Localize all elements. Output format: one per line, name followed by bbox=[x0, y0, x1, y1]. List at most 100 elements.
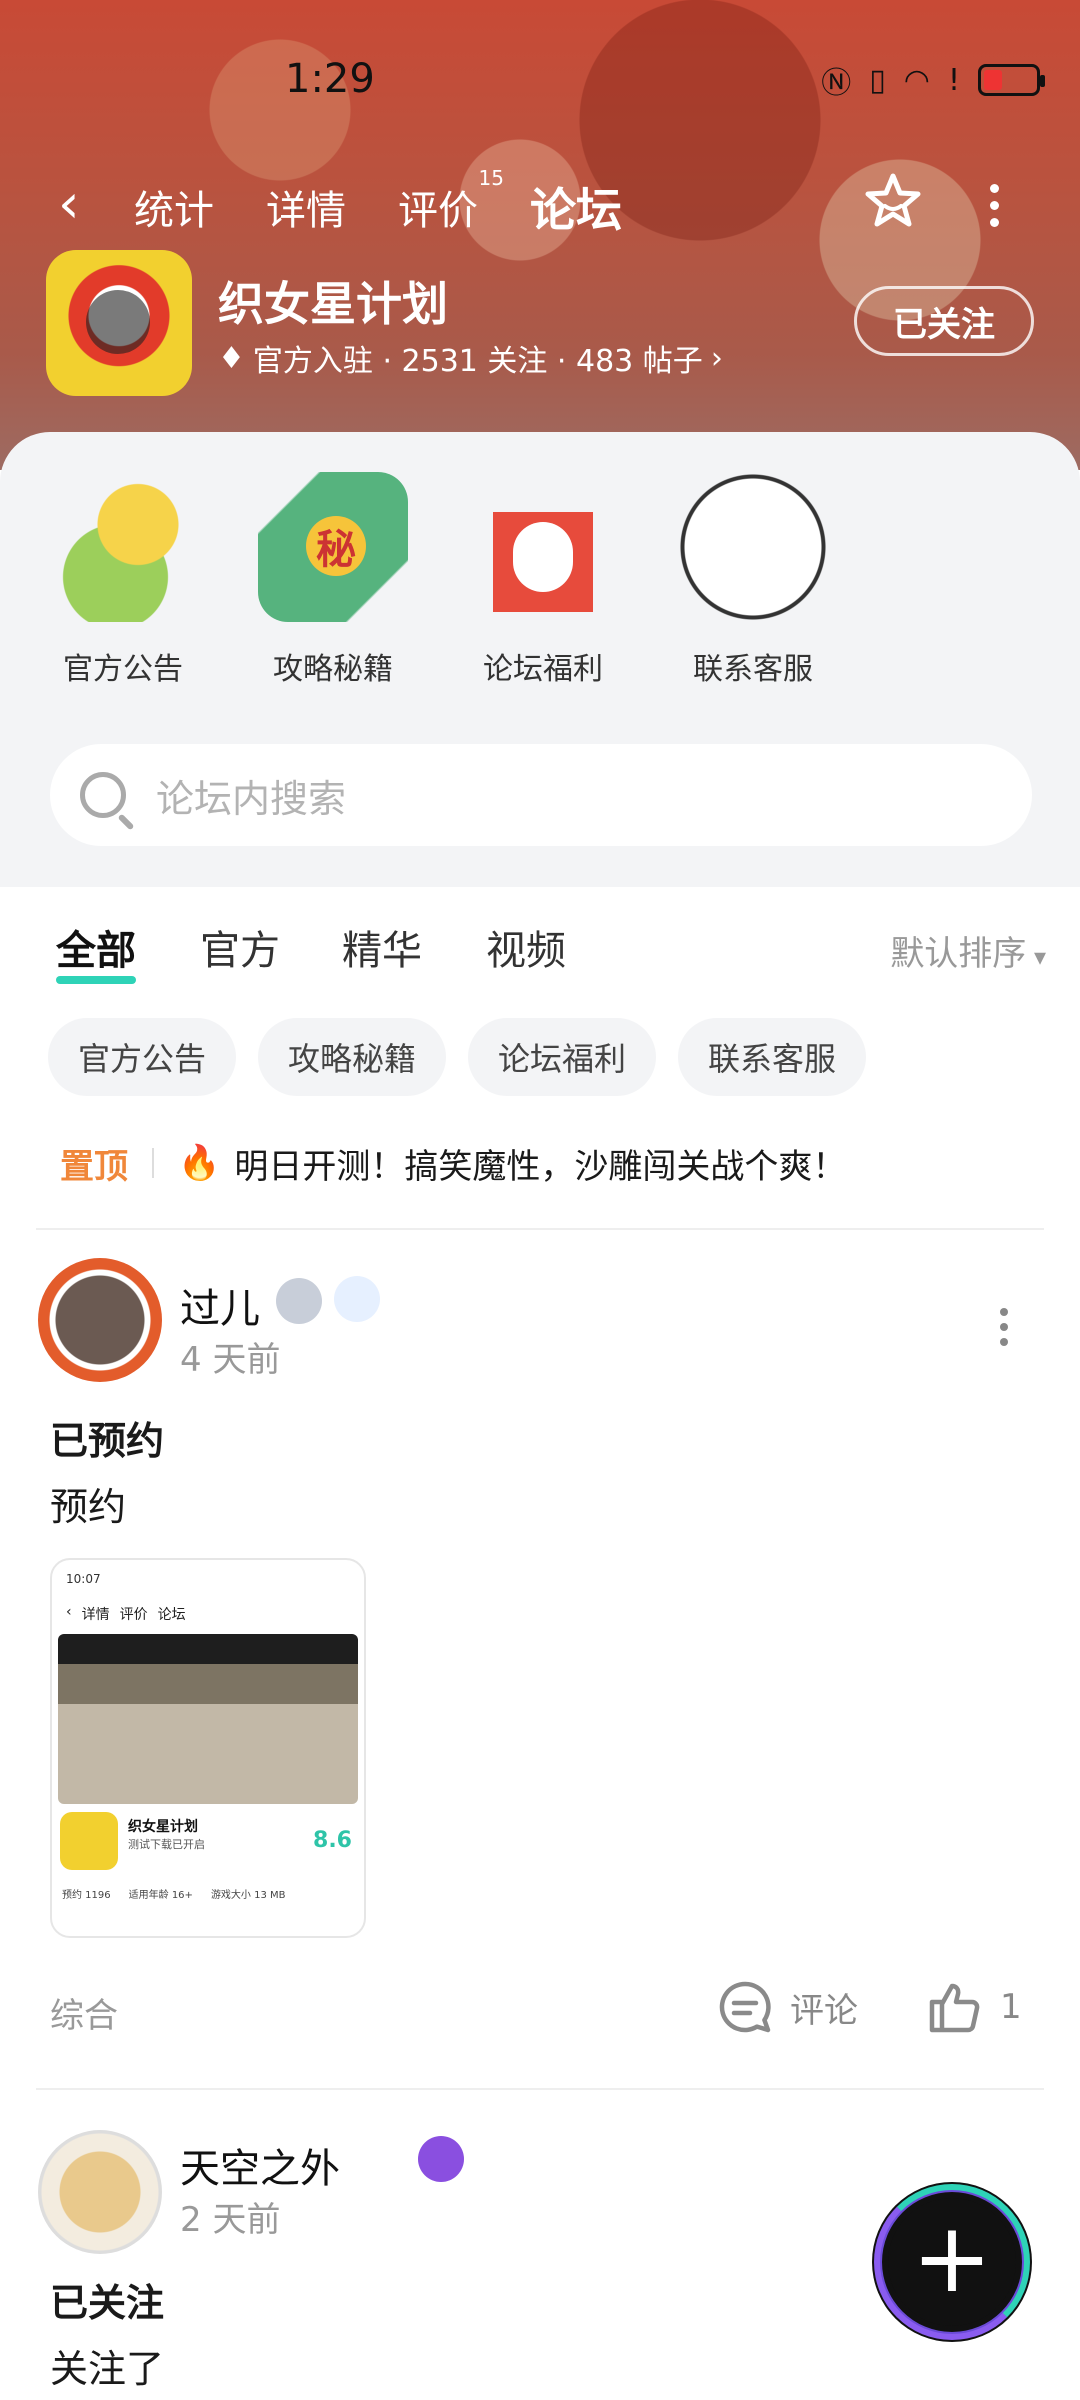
post-body: 预约 bbox=[50, 1485, 127, 1529]
avatar[interactable] bbox=[38, 2130, 162, 2254]
post-more-icon[interactable] bbox=[1000, 1308, 1008, 1346]
quick-entry-guides[interactable]: 攻略秘籍 bbox=[258, 472, 408, 688]
thumb-tab: 评价 bbox=[119, 1607, 148, 1623]
quick-entries: 官方公告 攻略秘籍 论坛福利 联系客服 bbox=[48, 472, 828, 688]
alert-icon: ! bbox=[947, 62, 960, 98]
quick-entry-benefits[interactable]: 论坛福利 bbox=[468, 472, 618, 688]
search-placeholder: 论坛内搜索 bbox=[156, 776, 347, 821]
follow-button[interactable]: 已关注 bbox=[854, 286, 1034, 356]
post-username[interactable]: 过儿 bbox=[180, 1276, 260, 1334]
back-icon[interactable]: ‹ bbox=[58, 172, 80, 235]
app-meta[interactable]: ♦ 官方入驻 · 2531 关注 · 483 帖子 › bbox=[218, 336, 723, 380]
divider bbox=[36, 1228, 1044, 1230]
comment-button[interactable]: 评论 bbox=[716, 1978, 858, 2036]
filter-tab-video[interactable]: 视频 bbox=[486, 918, 566, 976]
battery-icon bbox=[978, 64, 1045, 96]
app-info: 织女星计划 ♦ 官方入驻 · 2531 关注 · 483 帖子 › 已关注 bbox=[46, 250, 1036, 400]
post-username[interactable]: 天空之外 bbox=[180, 2136, 340, 2194]
chip-announcement[interactable]: 官方公告 bbox=[48, 1018, 237, 1096]
thumbs-up-icon bbox=[929, 1983, 980, 2033]
post-category[interactable]: 综合 bbox=[50, 1988, 118, 2037]
fire-icon: 🔥 bbox=[178, 1143, 221, 1183]
app-icon[interactable] bbox=[46, 250, 192, 396]
thumb-score: 8.6 bbox=[313, 1828, 352, 1853]
tab-reviews-label: 评价 bbox=[398, 188, 478, 234]
post-body: 关注了 bbox=[50, 2347, 165, 2391]
tab-stats[interactable]: 统计 bbox=[134, 178, 214, 240]
secret-book-icon bbox=[258, 472, 408, 622]
quick-entry-label: 官方公告 bbox=[63, 652, 183, 687]
like-count: 1 bbox=[1000, 1987, 1022, 2027]
nfc-icon: Ⓝ bbox=[821, 66, 852, 101]
thumb-stat: 适用年龄 16+ bbox=[128, 1890, 193, 1901]
chip-support[interactable]: 联系客服 bbox=[678, 1018, 867, 1096]
chip-benefits[interactable]: 论坛福利 bbox=[468, 1018, 657, 1096]
thumb-stat: 游戏大小 13 MB bbox=[210, 1890, 286, 1901]
plus-icon: + bbox=[911, 2202, 993, 2314]
tab-details[interactable]: 详情 bbox=[266, 178, 346, 240]
quick-entry-announcement[interactable]: 官方公告 bbox=[48, 472, 198, 688]
pinned-post[interactable]: 置顶 🔥 明日开测！搞笑魔性，沙雕闯关战个爽！ bbox=[60, 1138, 1040, 1188]
thumb-status-time: 10:07 bbox=[66, 1572, 101, 1586]
ghost-face-icon bbox=[678, 472, 828, 622]
post-title: 已预约 bbox=[50, 1419, 165, 1463]
divider bbox=[36, 2088, 1044, 2090]
chip-guides[interactable]: 攻略秘籍 bbox=[258, 1018, 447, 1096]
thumb-subtitle: 测试下载已开启 bbox=[128, 1838, 205, 1851]
thumb-tab: 详情 bbox=[81, 1607, 110, 1623]
forum-search[interactable]: 论坛内搜索 bbox=[50, 744, 1032, 846]
status-time: 1:29 bbox=[285, 56, 375, 102]
level-badge-icon bbox=[276, 1278, 322, 1324]
pinned-tag: 置顶 bbox=[60, 1146, 128, 1187]
wifi-icon: ◠ bbox=[903, 62, 930, 98]
favorite-star-icon[interactable] bbox=[862, 170, 924, 232]
search-icon bbox=[80, 772, 126, 818]
unicorn-badge-icon bbox=[334, 1276, 380, 1322]
parrot-icon bbox=[48, 472, 198, 622]
filter-tabs: 全部 官方 精华 视频 默认排序 bbox=[56, 918, 1046, 988]
quick-panel: 官方公告 攻略秘籍 论坛福利 联系客服 论坛内搜索 bbox=[0, 432, 1080, 887]
app-meta-text: 官方入驻 · 2531 关注 · 483 帖子 bbox=[252, 344, 703, 379]
app-title: 织女星计划 bbox=[218, 277, 448, 331]
header-banner: 1:29 Ⓝ ▯ ◠ ! ‹ 统计 详情 评价 15 论坛 织女星计划 ♦ 官方… bbox=[0, 0, 1080, 470]
thumb-app-icon bbox=[60, 1812, 118, 1870]
vibrate-icon: ▯ bbox=[869, 62, 886, 98]
trophy-badge-icon bbox=[418, 2136, 464, 2182]
tab-reviews[interactable]: 评价 15 bbox=[398, 166, 504, 240]
post-time: 4 天前 bbox=[180, 1340, 281, 1380]
like-button[interactable]: 1 bbox=[926, 1978, 1022, 2036]
thumb-tab: 论坛 bbox=[157, 1607, 186, 1623]
filter-tab-featured[interactable]: 精华 bbox=[342, 918, 422, 976]
create-post-button[interactable]: + bbox=[872, 2182, 1032, 2342]
thumb-stats: 预约 1196 适用年龄 16+ 游戏大小 13 MB bbox=[62, 1886, 286, 1901]
diamond-icon: ♦ bbox=[218, 340, 245, 376]
thumb-nav: ‹ 详情 评价 论坛 bbox=[66, 1604, 186, 1624]
chevron-right-icon: › bbox=[710, 340, 723, 376]
pinned-divider bbox=[152, 1148, 154, 1178]
top-nav: ‹ 统计 详情 评价 15 论坛 bbox=[0, 166, 1080, 240]
review-count: 15 bbox=[478, 166, 504, 190]
thumb-banner bbox=[58, 1634, 358, 1804]
comment-icon bbox=[719, 1981, 771, 2033]
thumb-stat: 预约 1196 bbox=[62, 1890, 111, 1901]
filter-tab-official[interactable]: 官方 bbox=[200, 918, 280, 976]
post-title: 已关注 bbox=[50, 2281, 165, 2325]
more-options-icon[interactable] bbox=[990, 184, 999, 227]
quick-entry-label: 联系客服 bbox=[693, 652, 813, 687]
status-icons: Ⓝ ▯ ◠ ! bbox=[821, 58, 1045, 102]
thumb-back-icon: ‹ bbox=[66, 1604, 72, 1620]
category-chips: 官方公告 攻略秘籍 论坛福利 联系客服 bbox=[48, 1018, 867, 1096]
quick-entry-label: 攻略秘籍 bbox=[273, 652, 393, 687]
comment-label: 评论 bbox=[790, 1990, 858, 2031]
detail-tabs: 统计 详情 评价 15 论坛 bbox=[134, 166, 622, 240]
avatar[interactable] bbox=[38, 1258, 162, 1382]
sort-dropdown[interactable]: 默认排序 bbox=[890, 926, 1046, 975]
post-time: 2 天前 bbox=[180, 2200, 281, 2240]
post-image[interactable]: 10:07 ‹ 详情 评价 论坛 织女星计划 测试下载已开启 8.6 预约 11… bbox=[50, 1558, 366, 1938]
tab-forum[interactable]: 论坛 bbox=[530, 174, 622, 240]
status-bar: 1:29 Ⓝ ▯ ◠ ! bbox=[0, 48, 1080, 108]
quick-entry-support[interactable]: 联系客服 bbox=[678, 472, 828, 688]
quick-entry-label: 论坛福利 bbox=[483, 652, 603, 687]
pinned-title: 明日开测！搞笑魔性，沙雕闯关战个爽！ bbox=[234, 1146, 847, 1187]
filter-tab-all[interactable]: 全部 bbox=[56, 918, 136, 984]
